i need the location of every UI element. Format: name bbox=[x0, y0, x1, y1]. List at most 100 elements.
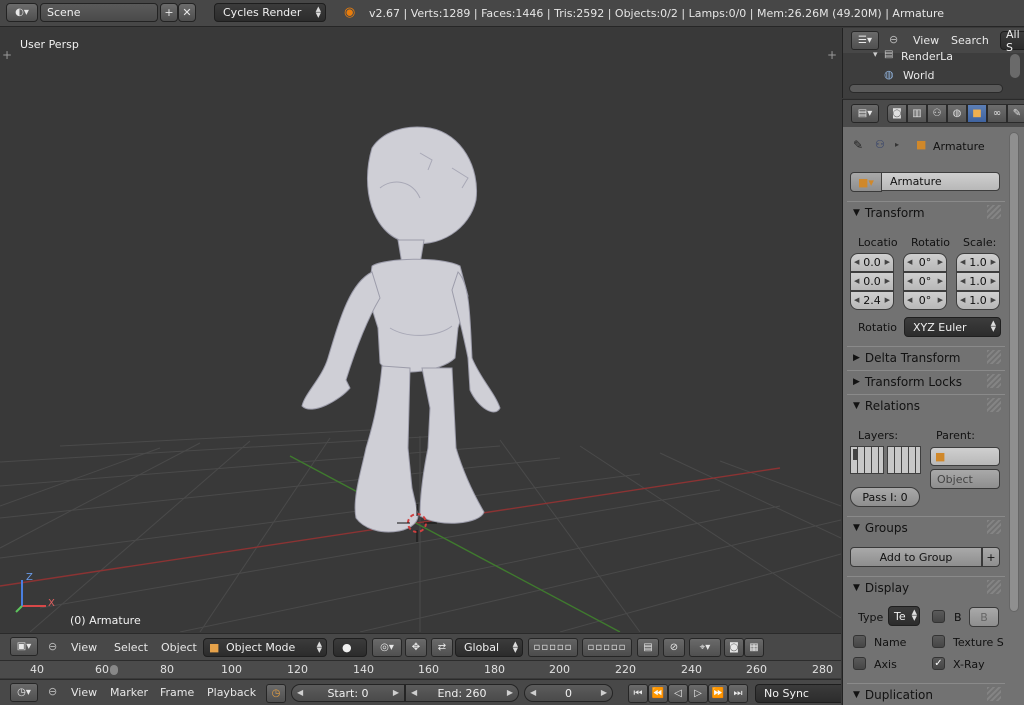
timeline-scrollbar-handle[interactable] bbox=[110, 665, 118, 675]
axis-checkbox[interactable] bbox=[853, 657, 866, 670]
location-x-field[interactable]: ◀ 0.0 ▶ bbox=[850, 253, 894, 272]
drag-handle-icon[interactable] bbox=[987, 205, 1001, 219]
new-group-button[interactable]: + bbox=[982, 547, 1000, 567]
rotation-y-field[interactable]: ◀ 0° ▶ bbox=[903, 272, 947, 291]
expand-arrow-icon[interactable]: ▾ bbox=[873, 50, 878, 60]
panel-display[interactable]: ▼ Display bbox=[847, 576, 1005, 598]
parent-field[interactable]: ■ bbox=[930, 447, 1000, 466]
outliner-scrollbar-v[interactable] bbox=[1010, 54, 1020, 78]
name-checkbox[interactable] bbox=[853, 635, 866, 648]
3d-viewport[interactable]: X Z User Persp (0) Armature + + bbox=[0, 28, 841, 632]
menu-search[interactable]: Search bbox=[951, 34, 989, 47]
collapse-menu-icon[interactable]: ⊖ bbox=[48, 640, 57, 653]
collapse-menu-icon[interactable]: ⊖ bbox=[889, 33, 898, 46]
drag-handle-icon[interactable] bbox=[987, 687, 1001, 701]
texture-space-checkbox[interactable] bbox=[932, 635, 945, 648]
editor-type-button[interactable]: ◐▾ bbox=[6, 3, 38, 22]
remove-scene-button[interactable]: ✕ bbox=[178, 3, 196, 22]
drag-handle-icon[interactable] bbox=[987, 580, 1001, 594]
rotation-x-field[interactable]: ◀ 0° ▶ bbox=[903, 253, 947, 272]
start-frame-field[interactable]: ◀ Start: 0 ▶ bbox=[291, 684, 405, 702]
object-name-field[interactable]: Armature bbox=[881, 172, 1000, 191]
panel-transform[interactable]: ▼ Transform bbox=[847, 201, 1005, 223]
render-engine-select[interactable]: Cycles Render ▲ ▼ bbox=[214, 3, 326, 22]
display-mode-select[interactable]: All S bbox=[1000, 28, 1024, 54]
jump-start-button[interactable]: ⏮ bbox=[628, 684, 648, 703]
tab-world[interactable]: ◍ bbox=[947, 104, 967, 123]
transform-orientation-select[interactable]: Global ▲ ▼ bbox=[455, 638, 523, 657]
parent-type-select[interactable]: Object bbox=[930, 469, 1000, 489]
bounds-checkbox[interactable] bbox=[932, 610, 945, 623]
render-animation-button[interactable]: ▦ bbox=[744, 638, 764, 657]
scale-y-field[interactable]: ◀ 1.0 ▶ bbox=[956, 272, 1000, 291]
jump-keyframe-forward-button[interactable]: ⏩ bbox=[708, 684, 728, 703]
tab-modifiers[interactable]: ✎ bbox=[1007, 104, 1024, 123]
rotation-z-field[interactable]: ◀ 0° ▶ bbox=[903, 291, 947, 310]
panel-delta-transform[interactable]: ▶ Delta Transform bbox=[847, 346, 1005, 368]
panel-groups[interactable]: ▼ Groups bbox=[847, 516, 1005, 538]
end-frame-field[interactable]: ◀ End: 260 ▶ bbox=[405, 684, 519, 702]
location-y-field[interactable]: ◀ 0.0 ▶ bbox=[850, 272, 894, 291]
play-reverse-button[interactable]: ◁ bbox=[668, 684, 688, 703]
editor-type-button[interactable]: ◷▾ bbox=[10, 683, 38, 702]
layer-buttons-1[interactable]: ▫▫▫▫▫ bbox=[528, 638, 578, 657]
tab-constraints[interactable]: ∞ bbox=[987, 104, 1007, 123]
lock-camera-layers-button[interactable]: ▤ bbox=[637, 638, 659, 657]
area-split-handle-left[interactable]: + bbox=[2, 48, 12, 62]
tab-scene[interactable]: ⚇ bbox=[927, 104, 947, 123]
armature-mesh[interactable] bbox=[301, 126, 501, 533]
menu-playback[interactable]: Playback bbox=[207, 686, 256, 699]
editor-type-button[interactable]: ▤▾ bbox=[851, 104, 879, 123]
properties-scrollbar[interactable] bbox=[1009, 132, 1019, 612]
pin-icon[interactable]: ✎ bbox=[853, 138, 863, 152]
jump-end-button[interactable]: ⏭ bbox=[728, 684, 748, 703]
outliner-scrollbar-h[interactable] bbox=[849, 84, 1003, 93]
outliner-item-renderlayers[interactable]: RenderLa bbox=[901, 50, 953, 63]
tab-render[interactable]: ◙ bbox=[887, 104, 907, 123]
drag-handle-icon[interactable] bbox=[987, 374, 1001, 388]
object-datablock-browse[interactable]: ■▾ bbox=[850, 172, 882, 192]
collapse-menu-icon[interactable]: ⊖ bbox=[48, 685, 57, 698]
scale-x-field[interactable]: ◀ 1.0 ▶ bbox=[956, 253, 1000, 272]
add-scene-button[interactable]: + bbox=[160, 3, 178, 22]
area-split-handle-right[interactable]: + bbox=[827, 48, 837, 62]
drag-handle-icon[interactable] bbox=[987, 398, 1001, 412]
menu-select[interactable]: Select bbox=[114, 641, 148, 654]
timeline-ruler[interactable]: 40 60 80 100 120 140 160 180 200 220 240… bbox=[0, 660, 841, 678]
pass-index-field[interactable]: Pass I: 0 bbox=[850, 487, 920, 507]
layer-buttons-2[interactable]: ▫▫▫▫▫ bbox=[582, 638, 632, 657]
scene-selector[interactable]: Scene bbox=[40, 3, 158, 22]
proportional-edit-button[interactable]: ⊘ bbox=[663, 638, 685, 657]
panel-transform-locks[interactable]: ▶ Transform Locks bbox=[847, 370, 1005, 392]
menu-view[interactable]: View bbox=[71, 686, 97, 699]
panel-relations[interactable]: ▼ Relations bbox=[847, 394, 1005, 416]
menu-object[interactable]: Object bbox=[161, 641, 197, 654]
drag-handle-icon[interactable] bbox=[987, 520, 1001, 534]
tab-render-layers[interactable]: ▥ bbox=[907, 104, 927, 123]
render-opengl-button[interactable]: ◙ bbox=[724, 638, 744, 657]
rotation-mode-select[interactable]: XYZ Euler ▲ ▼ bbox=[904, 317, 1001, 337]
menu-marker[interactable]: Marker bbox=[110, 686, 148, 699]
menu-frame[interactable]: Frame bbox=[160, 686, 194, 699]
current-frame-field[interactable]: ◀ 0 ▶ bbox=[524, 684, 613, 702]
play-button[interactable]: ▷ bbox=[688, 684, 708, 703]
jump-keyframe-back-button[interactable]: ⏪ bbox=[648, 684, 668, 703]
mode-select[interactable]: ■ Object Mode ▲ ▼ bbox=[203, 638, 327, 657]
location-z-field[interactable]: ◀ 2.4 ▶ bbox=[850, 291, 894, 310]
panel-duplication[interactable]: ▼ Duplication bbox=[847, 683, 1005, 705]
xray-checkbox[interactable]: ✓ bbox=[932, 657, 945, 670]
viewport-shading-select[interactable]: ● bbox=[333, 638, 367, 657]
editor-type-button[interactable]: ▣▾ bbox=[10, 637, 38, 656]
outliner-item-world[interactable]: World bbox=[903, 69, 935, 82]
menu-view[interactable]: View bbox=[913, 34, 939, 47]
scale-z-field[interactable]: ◀ 1.0 ▶ bbox=[956, 291, 1000, 310]
display-type-select[interactable]: Te ▲ ▼ bbox=[888, 606, 920, 626]
menu-view[interactable]: View bbox=[71, 641, 97, 654]
sync-mode-select[interactable]: No Sync bbox=[755, 684, 841, 703]
bounds-type-select[interactable]: B bbox=[969, 607, 999, 627]
layer-grid-right[interactable] bbox=[887, 446, 921, 474]
preview-range-toggle[interactable]: ◷ bbox=[266, 684, 286, 703]
layer-grid-left[interactable] bbox=[850, 446, 884, 474]
manipulator-type-button[interactable]: ⇄ bbox=[431, 638, 453, 657]
pivot-point-button[interactable]: ◎▾ bbox=[372, 638, 402, 657]
